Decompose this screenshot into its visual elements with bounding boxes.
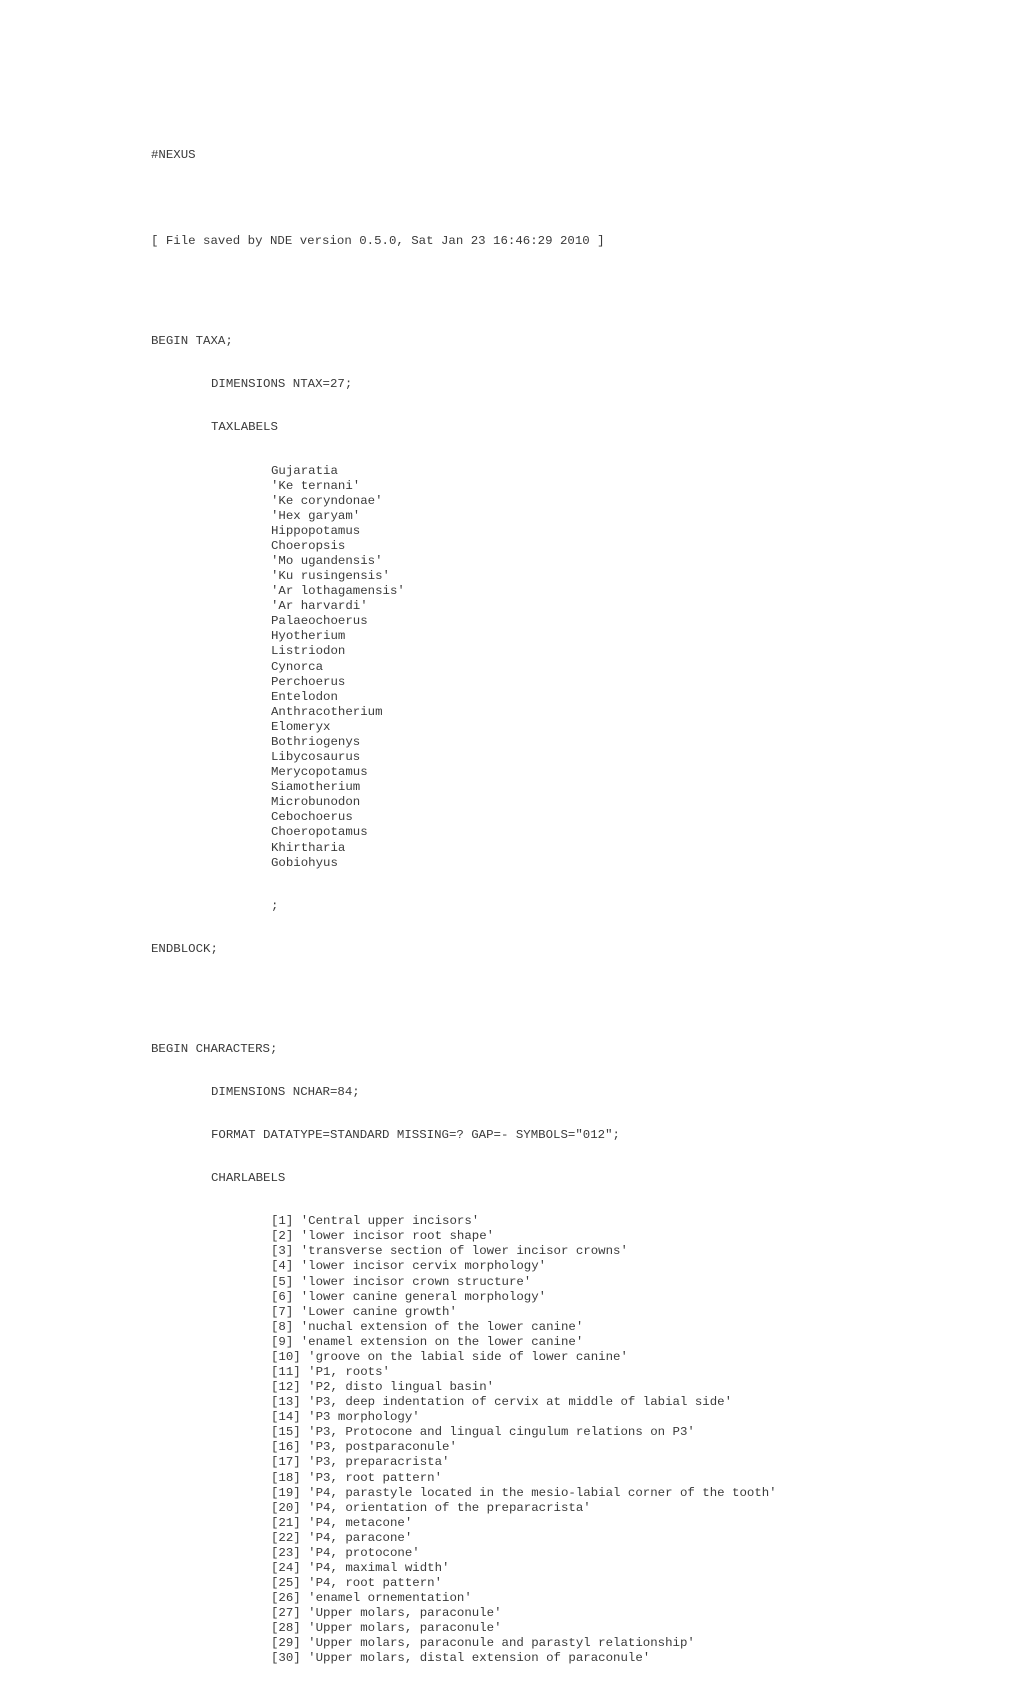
taxon-label: 'Hex garyam' bbox=[271, 508, 361, 523]
end-taxa: ENDBLOCK; bbox=[151, 941, 218, 956]
character-label: [27] 'Upper molars, paraconule' bbox=[271, 1606, 502, 1621]
taxon-label: Hippopotamus bbox=[271, 523, 361, 538]
taxon-label: Gobiohyus bbox=[271, 855, 338, 870]
taxon-label: Bothriogenys bbox=[271, 734, 361, 749]
taxon-label: Hyotherium bbox=[271, 629, 346, 644]
character-label: [6] 'lower canine general morphology' bbox=[271, 1289, 547, 1304]
character-label: [17] 'P3, preparacrista' bbox=[271, 1455, 450, 1470]
character-label: [1] 'Central upper incisors' bbox=[271, 1214, 480, 1229]
taxon-label: Anthracotherium bbox=[271, 704, 383, 719]
characters-dimensions: DIMENSIONS NCHAR=84; bbox=[211, 1084, 360, 1099]
character-label: [11] 'P1, roots' bbox=[271, 1364, 390, 1379]
nexus-document: #NEXUS [ File saved by NDE version 0.5.0… bbox=[151, 120, 777, 1681]
taxa-terminator: ; bbox=[271, 898, 279, 913]
taxon-label: Cebochoerus bbox=[271, 810, 353, 825]
taxon-label: Elomeryx bbox=[271, 719, 331, 734]
taxon-label: Merycopotamus bbox=[271, 765, 368, 780]
taxon-label: Gujaratia bbox=[271, 463, 338, 478]
taxon-label: Cynorca bbox=[271, 659, 324, 674]
begin-taxa: BEGIN TAXA; bbox=[151, 334, 233, 349]
character-label: [21] 'P4, metacone' bbox=[271, 1515, 413, 1530]
taxon-label: Choeropsis bbox=[271, 538, 346, 553]
taxon-label: 'Ar harvardi' bbox=[271, 599, 368, 614]
character-label: [7] 'Lower canine growth' bbox=[271, 1304, 457, 1319]
taxon-label: 'Ar lothagamensis' bbox=[271, 584, 405, 599]
characters-format: FORMAT DATATYPE=STANDARD MISSING=? GAP=-… bbox=[211, 1128, 620, 1143]
taxon-label: Libycosaurus bbox=[271, 750, 361, 765]
character-label: [16] 'P3, postparaconule' bbox=[271, 1440, 457, 1455]
character-label: [20] 'P4, orientation of the preparacris… bbox=[271, 1500, 591, 1515]
character-label: [14] 'P3 morphology' bbox=[271, 1410, 420, 1425]
character-label: [15] 'P3, Protocone and lingual cingulum… bbox=[271, 1425, 695, 1440]
taxon-label: Microbunodon bbox=[271, 795, 361, 810]
character-label: [9] 'enamel extension on the lower canin… bbox=[271, 1334, 584, 1349]
character-label: [18] 'P3, root pattern' bbox=[271, 1470, 443, 1485]
taxon-label: 'Ke coryndonae' bbox=[271, 493, 383, 508]
taxon-label: Khirtharia bbox=[271, 840, 346, 855]
character-label: [30] 'Upper molars, distal extension of … bbox=[271, 1651, 651, 1666]
character-label: [13] 'P3, deep indentation of cervix at … bbox=[271, 1395, 733, 1410]
charlabels-list: [1] 'Central upper incisors' [2] 'lower i… bbox=[151, 1214, 777, 1666]
character-label: [12] 'P2, disto lingual basin' bbox=[271, 1380, 495, 1395]
taxa-dimensions: DIMENSIONS NTAX=27; bbox=[211, 377, 353, 392]
character-label: [4] 'lower incisor cervix morphology' bbox=[271, 1259, 547, 1274]
character-label: [8] 'nuchal extension of the lower canin… bbox=[271, 1319, 584, 1334]
taxa-list: Gujaratia 'Ke ternani' 'Ke coryndonae' 'Hex… bbox=[151, 464, 777, 871]
character-label: [3] 'transverse section of lower incisor… bbox=[271, 1244, 628, 1259]
charlabels-keyword: CHARLABELS bbox=[211, 1171, 286, 1186]
taxon-label: Perchoerus bbox=[271, 674, 346, 689]
begin-characters: BEGIN CHARACTERS; bbox=[151, 1041, 278, 1056]
character-label: [26] 'enamel ornementation' bbox=[271, 1591, 472, 1606]
taxlabels-keyword: TAXLABELS bbox=[211, 420, 278, 435]
character-label: [25] 'P4, root pattern' bbox=[271, 1576, 443, 1591]
character-label: [29] 'Upper molars, paraconule and paras… bbox=[271, 1636, 695, 1651]
taxon-label: Entelodon bbox=[271, 689, 338, 704]
taxon-label: 'Ku rusingensis' bbox=[271, 569, 390, 584]
character-label: [23] 'P4, protocone' bbox=[271, 1545, 420, 1560]
character-label: [10] 'groove on the labial side of lower… bbox=[271, 1349, 628, 1364]
taxon-label: Listriodon bbox=[271, 644, 346, 659]
taxon-label: 'Ke ternani' bbox=[271, 478, 361, 493]
nexus-header: #NEXUS bbox=[151, 148, 196, 162]
taxon-label: Palaeochoerus bbox=[271, 614, 368, 629]
character-label: [22] 'P4, paracone' bbox=[271, 1530, 413, 1545]
character-label: [5] 'lower incisor crown structure' bbox=[271, 1274, 532, 1289]
file-comment: [ File saved by NDE version 0.5.0, Sat J… bbox=[151, 234, 605, 249]
taxon-label: Choeropotamus bbox=[271, 825, 368, 840]
taxon-label: 'Mo ugandensis' bbox=[271, 554, 383, 569]
character-label: [28] 'Upper molars, paraconule' bbox=[271, 1621, 502, 1636]
character-label: [2] 'lower incisor root shape' bbox=[271, 1229, 495, 1244]
character-label: [19] 'P4, parastyle located in the mesio… bbox=[271, 1485, 777, 1500]
character-label: [24] 'P4, maximal width' bbox=[271, 1561, 450, 1575]
taxon-label: Siamotherium bbox=[271, 780, 361, 795]
